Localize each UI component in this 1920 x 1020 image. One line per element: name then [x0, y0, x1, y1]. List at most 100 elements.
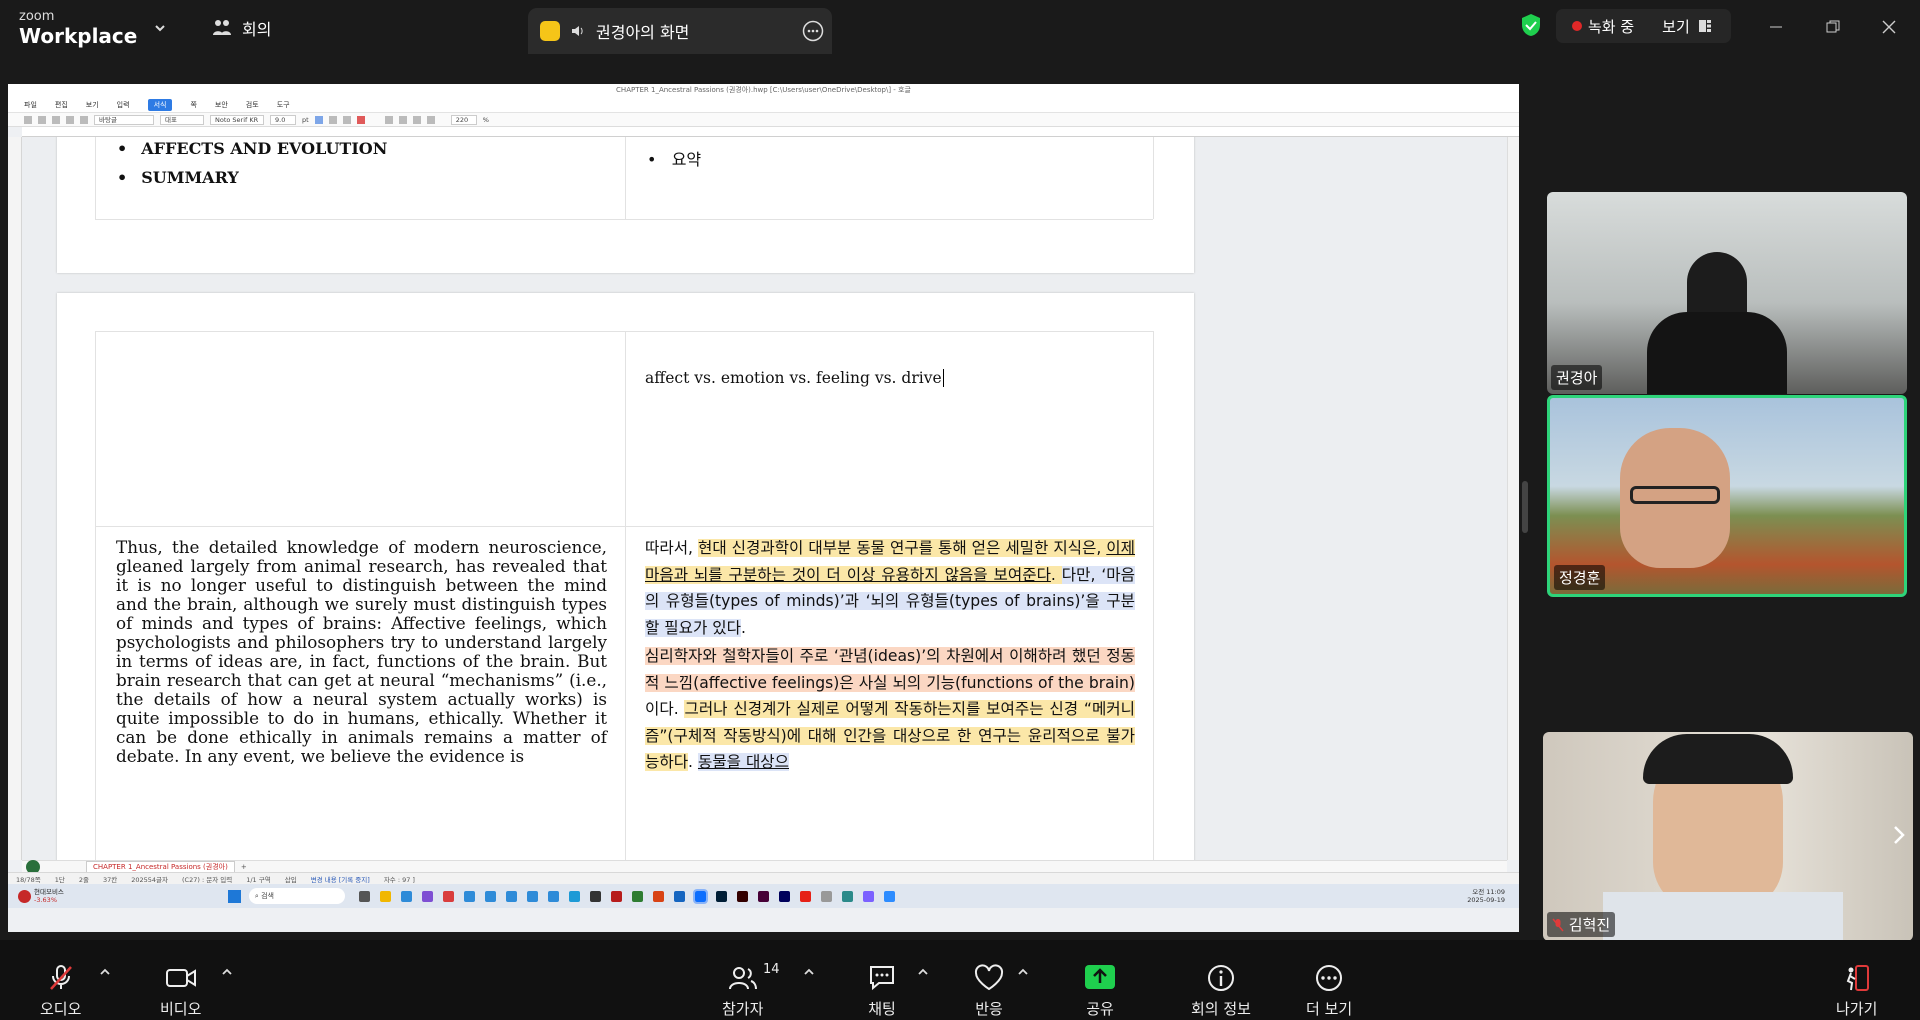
video-button[interactable]: 비디오: [160, 964, 201, 1019]
participant-tile[interactable]: 권경아: [1547, 192, 1907, 394]
menu-edit[interactable]: 편집: [55, 100, 68, 110]
italic-icon[interactable]: [328, 115, 337, 124]
align-justify-icon[interactable]: [426, 115, 435, 124]
more-options-icon[interactable]: [802, 20, 824, 42]
menu-format[interactable]: 서식: [147, 98, 173, 111]
browser-icon[interactable]: [547, 890, 559, 902]
browser-icon[interactable]: [526, 890, 538, 902]
panel-resize-handle[interactable]: [1522, 481, 1528, 533]
record-dot-icon: [1572, 21, 1582, 31]
menu-security[interactable]: 보안: [215, 100, 228, 110]
taskbar-search[interactable]: ⌕ 검색: [248, 888, 345, 904]
photoshop-icon[interactable]: [715, 890, 727, 902]
more-button[interactable]: 더 보기: [1306, 964, 1352, 1019]
app-icon[interactable]: [841, 890, 853, 902]
terminal-icon[interactable]: [589, 890, 601, 902]
align-left-icon[interactable]: [384, 115, 393, 124]
browser-icon[interactable]: [463, 890, 475, 902]
dreamweaver-icon[interactable]: [757, 890, 769, 902]
windows-start-icon[interactable]: [227, 889, 241, 903]
participant-tile[interactable]: 김혁진: [1543, 732, 1913, 941]
illustrator-icon[interactable]: [736, 890, 748, 902]
hwp-taskbar-icon[interactable]: [692, 888, 708, 904]
close-window-icon[interactable]: [1876, 14, 1902, 40]
add-tab-icon[interactable]: +: [241, 863, 247, 871]
open-icon[interactable]: [38, 115, 46, 124]
meeting-button[interactable]: 회의: [212, 16, 271, 40]
chevron-down-icon[interactable]: [152, 20, 168, 36]
new-doc-icon[interactable]: [24, 115, 32, 124]
share-button[interactable]: 공유: [1084, 964, 1116, 1019]
clock-time: 오전 11:09: [1472, 888, 1505, 896]
premiere-icon[interactable]: [778, 890, 790, 902]
powerpoint-icon[interactable]: [652, 890, 664, 902]
chat-options-caret-icon[interactable]: [916, 965, 930, 979]
chevron-right-icon[interactable]: [1891, 824, 1907, 846]
file-explorer-icon[interactable]: [379, 890, 391, 902]
restore-window-icon[interactable]: [1820, 14, 1846, 40]
acrobat-icon[interactable]: [610, 890, 622, 902]
align-center-icon[interactable]: [398, 115, 407, 124]
audio-button[interactable]: 오디오: [40, 964, 81, 1019]
menu-tools[interactable]: 도구: [277, 100, 290, 110]
document-vertical-scrollbar[interactable]: [1507, 137, 1519, 860]
table-top-border: [95, 331, 1153, 332]
view-layout-icon[interactable]: [1698, 19, 1712, 33]
zoom-unit: %: [482, 115, 489, 124]
save-icon[interactable]: [52, 115, 60, 124]
menu-file[interactable]: 파일: [24, 100, 37, 110]
app-icon[interactable]: [820, 890, 832, 902]
status-track-changes[interactable]: 변경 내용 [기록 중지]: [311, 874, 370, 884]
menu-view[interactable]: 보기: [86, 100, 99, 110]
video-options-caret-icon[interactable]: [220, 965, 234, 979]
task-view-icon[interactable]: [358, 890, 370, 902]
app-icon[interactable]: [862, 890, 874, 902]
cursor-text-line[interactable]: affect vs. emotion vs. feeling vs. drive: [645, 369, 944, 387]
react-options-caret-icon[interactable]: [1016, 965, 1030, 979]
zoom-input[interactable]: 220: [450, 114, 477, 125]
menu-review[interactable]: 검토: [246, 100, 259, 110]
zoom-bottom-bar: 오디오 비디오 참가자 14 채팅 반응 공유 회의 정보 더 보기 나가기: [0, 940, 1920, 1020]
audio-options-caret-icon[interactable]: [98, 965, 112, 979]
style-select[interactable]: 바탕글: [94, 114, 154, 125]
menu-insert[interactable]: 입력: [117, 100, 130, 110]
leave-button[interactable]: 나가기: [1836, 964, 1877, 1019]
chrome-icon[interactable]: [442, 890, 454, 902]
align-right-icon[interactable]: [412, 115, 421, 124]
vscode-icon[interactable]: [568, 890, 580, 902]
edge-icon[interactable]: [400, 890, 412, 902]
shield-check-icon[interactable]: [1520, 13, 1542, 37]
page-previous: • AFFECTS AND EVOLUTION • SUMMARY • 요약: [57, 137, 1194, 273]
font-color-icon[interactable]: [356, 115, 365, 124]
list-item: • SUMMARY: [117, 168, 239, 187]
participants-button[interactable]: 참가자: [722, 964, 763, 1019]
word-icon[interactable]: [673, 890, 685, 902]
mic-muted-icon: [49, 965, 72, 990]
bold-icon[interactable]: [314, 115, 323, 124]
excel-icon[interactable]: [631, 890, 643, 902]
minimize-window-icon[interactable]: [1763, 14, 1789, 40]
undo-icon[interactable]: [80, 115, 88, 124]
recording-indicator[interactable]: 녹화 중 보기: [1556, 9, 1731, 43]
share-screen-tab[interactable]: 권경아의 화면: [528, 8, 832, 54]
font-select[interactable]: Noto Serif KR: [210, 114, 264, 125]
participants-options-caret-icon[interactable]: [802, 965, 816, 979]
font-size-input[interactable]: 9.0: [270, 114, 296, 125]
app-icon[interactable]: [421, 890, 433, 902]
meeting-info-button[interactable]: 회의 정보: [1191, 964, 1251, 1019]
view-label[interactable]: 보기: [1662, 16, 1690, 37]
react-button[interactable]: 반응: [973, 964, 1005, 1019]
print-icon[interactable]: [66, 115, 74, 124]
chat-button[interactable]: 채팅: [867, 964, 897, 1019]
menu-page[interactable]: 쪽: [190, 100, 196, 110]
document-sheet-tab[interactable]: CHAPTER 1_Ancestral Passions (권경아): [86, 860, 235, 873]
youtube-icon[interactable]: [799, 890, 811, 902]
browser-icon[interactable]: [484, 890, 496, 902]
para-select[interactable]: 대표: [160, 114, 204, 125]
zoom-taskbar-icon[interactable]: [883, 890, 895, 902]
underline-icon[interactable]: [342, 115, 351, 124]
status-column: 1단: [54, 875, 65, 884]
participant-tile-active-speaker[interactable]: 정경훈: [1547, 395, 1907, 597]
browser-icon[interactable]: [505, 890, 517, 902]
zoom-logo: zoom Workplace: [19, 10, 137, 46]
